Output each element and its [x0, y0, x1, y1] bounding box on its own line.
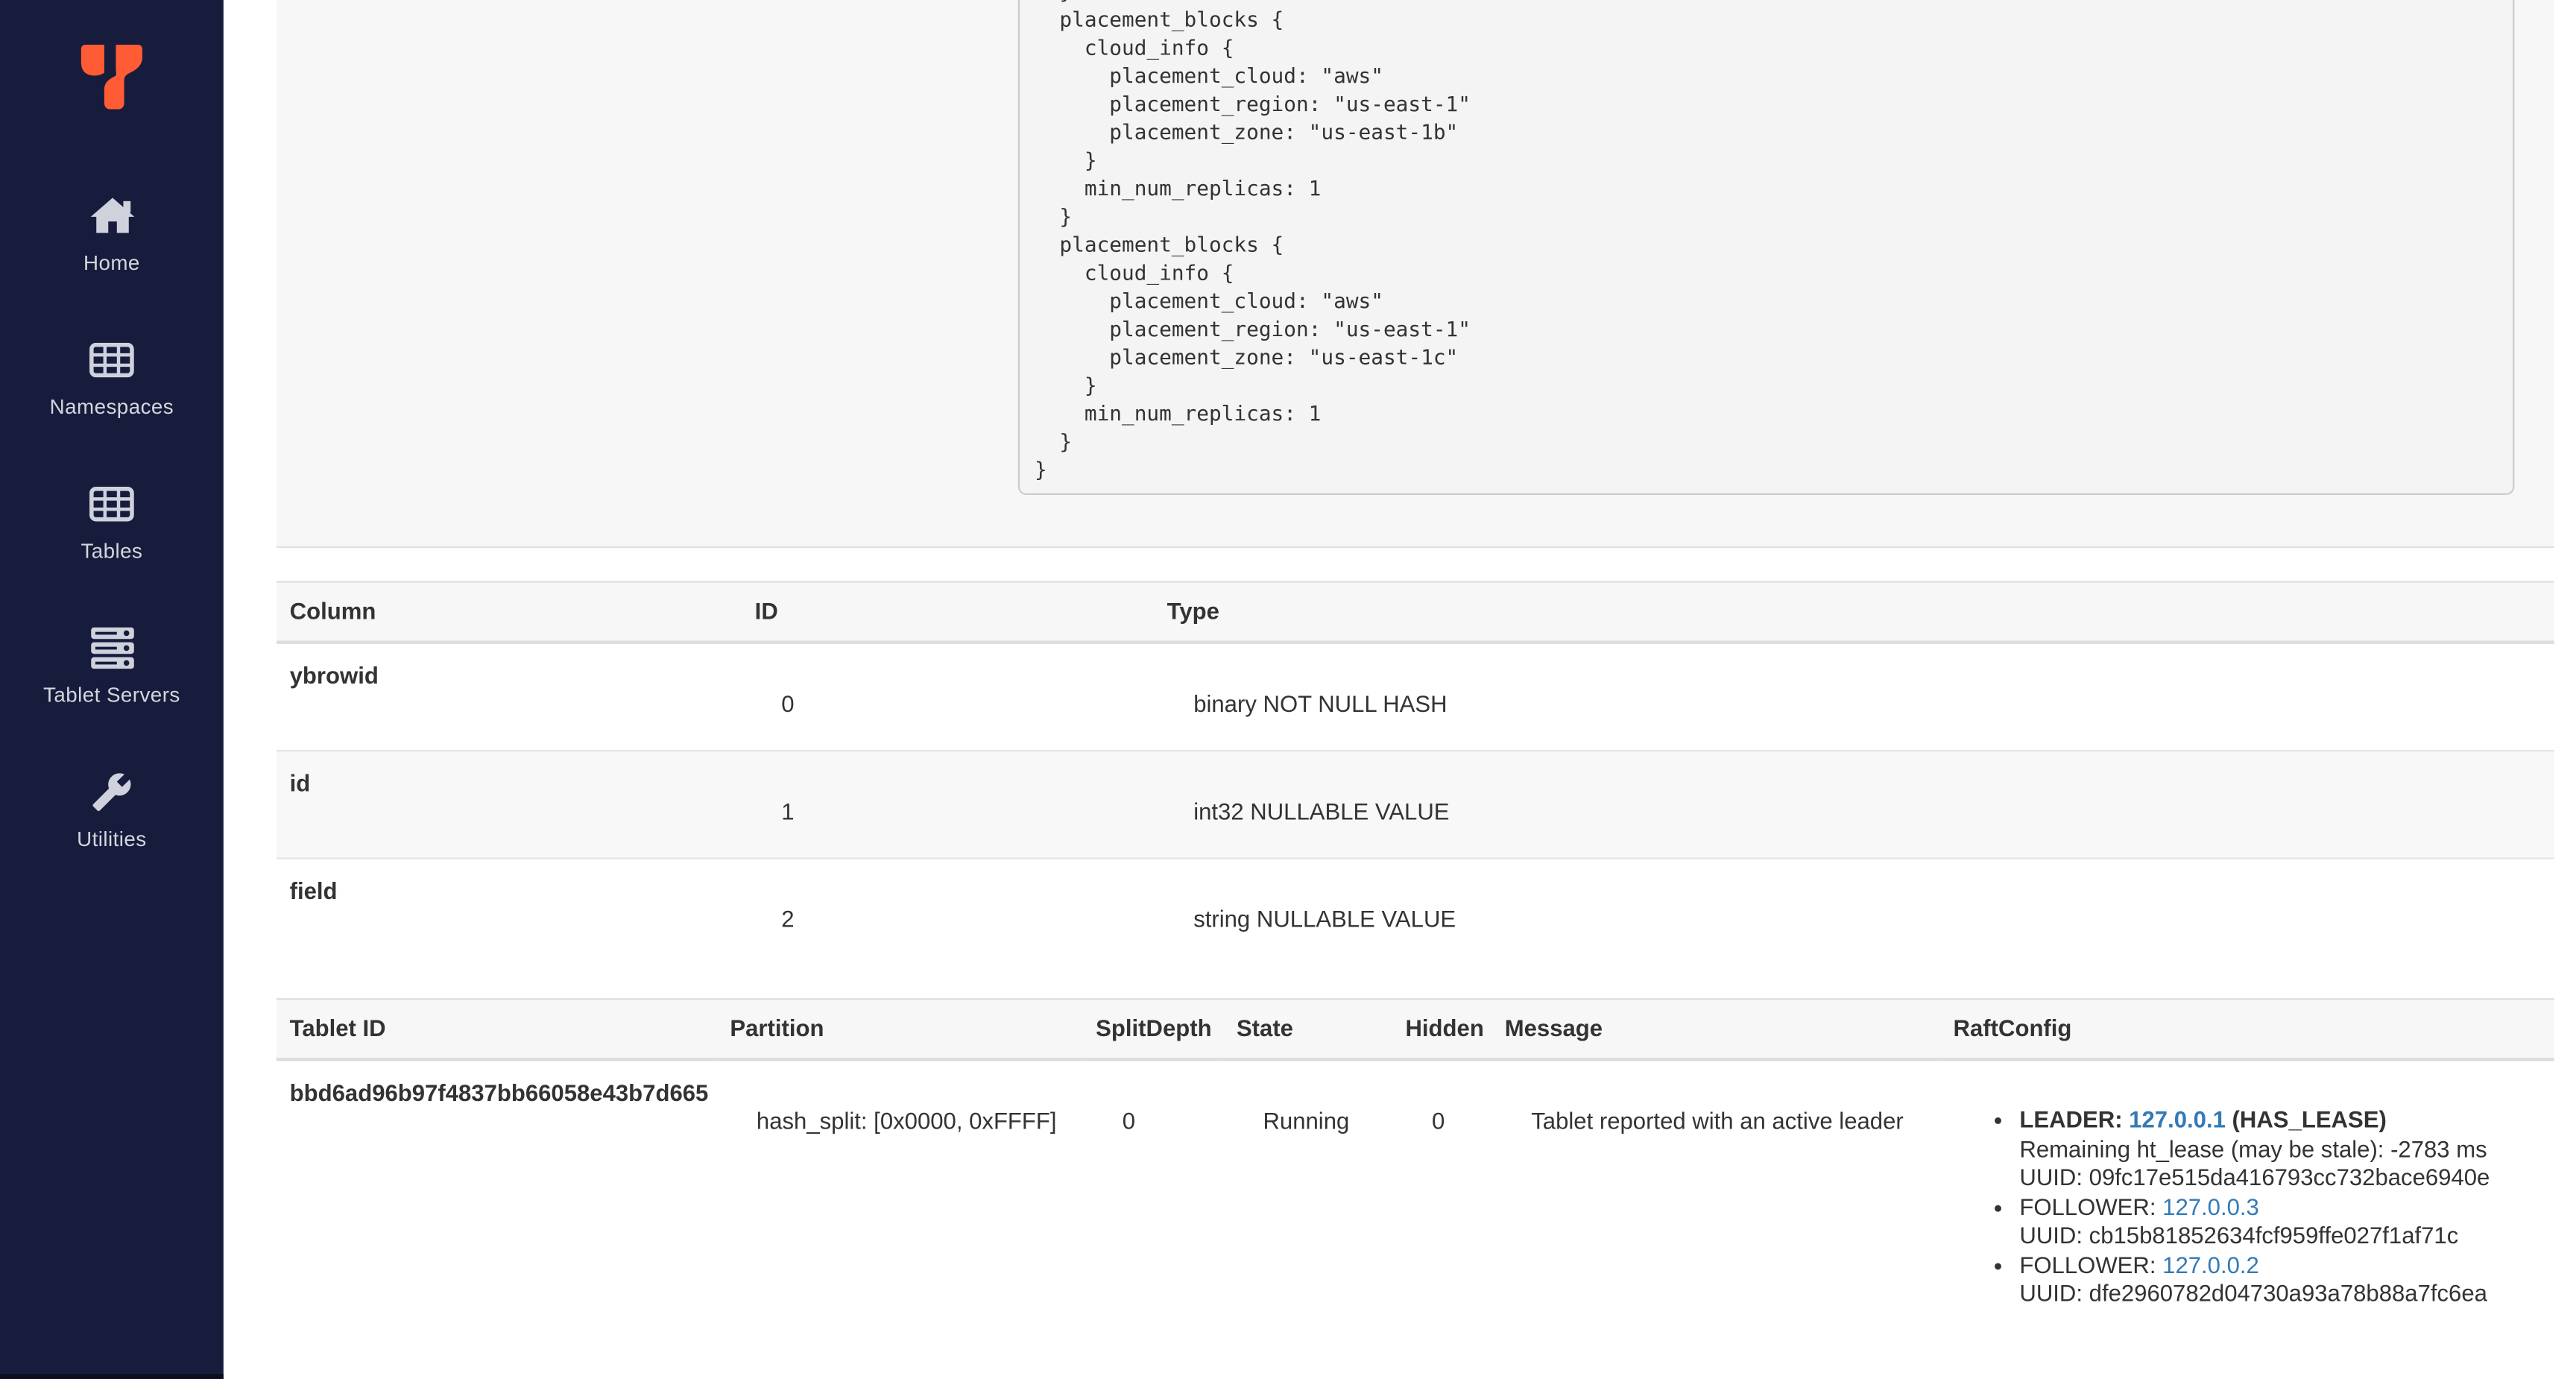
schema-header-id: ID	[741, 581, 1154, 644]
tablet-state: Running	[1263, 1107, 1350, 1135]
raft-role: LEADER:	[2019, 1105, 2123, 1133]
raft-uuid: UUID: cb15b81852634fcf959ffe027f1af71c	[2019, 1221, 2459, 1249]
tablets-header-hidden: Hidden	[1392, 998, 1491, 1061]
sidebar-item-tables[interactable]: Tables	[0, 450, 224, 594]
raft-address-link[interactable]: 127.0.0.1	[2129, 1105, 2226, 1132]
column-type: int32 NULLABLE VALUE	[1153, 748, 2554, 858]
app-viewport: Home Namespaces Tables Tablet Servers Ut…	[0, 0, 2576, 1379]
column-name: field	[276, 856, 742, 965]
raft-entry-follower: FOLLOWER: 127.0.0.2 UUID: dfe2960782d047…	[2019, 1251, 2541, 1309]
column-id: 2	[741, 856, 1154, 965]
namespaces-grid-icon	[89, 338, 134, 381]
tablet-message: Tablet reported with an active leader	[1531, 1107, 1904, 1135]
raft-role: FOLLOWER:	[2019, 1250, 2156, 1278]
sidebar-nav: Home Namespaces Tables Tablet Servers Ut…	[0, 162, 224, 883]
yugabyte-logo	[80, 44, 142, 110]
tablet-raft-config: LEADER: 127.0.0.1 (HAS_LEASE) Remaining …	[1940, 1059, 2554, 1308]
tablet-splitdepth: 0	[1122, 1107, 1136, 1135]
tablets-header-row: Tablet ID Partition SplitDepth State Hid…	[276, 998, 2554, 1061]
raft-uuid: UUID: 09fc17e515da416793cc732bace6940e	[2019, 1164, 2490, 1190]
table-info-panel: } placement_blocks { cloud_info { placem…	[276, 0, 2554, 549]
tablets-header-partition: Partition	[716, 998, 1083, 1061]
column-id: 1	[741, 748, 1154, 858]
main-content: } placement_blocks { cloud_info { placem…	[224, 0, 2576, 1309]
sidebar-item-home[interactable]: Home	[0, 162, 224, 306]
column-name: id	[276, 748, 742, 858]
raft-lease-remaining: Remaining ht_lease (may be stale): -2783…	[2019, 1135, 2487, 1161]
raft-lease-flag: (HAS_LEASE)	[2232, 1105, 2387, 1133]
servers-stack-icon	[90, 625, 133, 669]
tablets-header-raftconfig: RaftConfig	[1939, 998, 2554, 1061]
schema-row: field 2 string NULLABLE VALUE	[276, 856, 2554, 965]
tablet-hidden: 0	[1431, 1107, 1445, 1135]
wrench-icon	[91, 770, 133, 813]
sidebar: Home Namespaces Tables Tablet Servers Ut…	[0, 0, 224, 1379]
raft-uuid: UUID: dfe2960782d04730a93a78b88a7fc6ea	[2019, 1279, 2487, 1307]
schema-row: id 1 int32 NULLABLE VALUE	[276, 748, 2554, 858]
column-type: binary NOT NULL HASH	[1193, 690, 1448, 717]
tables-grid-icon	[89, 482, 134, 525]
sidebar-item-namespaces[interactable]: Namespaces	[0, 306, 224, 450]
sidebar-item-label: Home	[83, 251, 140, 275]
tablets-header-splitdepth: SplitDepth	[1082, 998, 1224, 1061]
sidebar-item-label: Tablet Servers	[43, 684, 180, 707]
tablets-header-tablet-id: Tablet ID	[276, 998, 717, 1061]
schema-header-row: Column ID Type	[276, 581, 2554, 644]
sidebar-item-utilities[interactable]: Utilities	[0, 738, 224, 882]
column-name: ybrowid	[289, 662, 379, 689]
tablet-id: bbd6ad96b97f4837bb66058e43b7d665	[289, 1079, 709, 1106]
tablet-row: bbd6ad96b97f4837bb66058e43b7d665 hash_sp…	[277, 1059, 2554, 1308]
tablet-partition: hash_split: [0x0000, 0xFFFF]	[756, 1107, 1057, 1135]
schema-header-type: Type	[1153, 581, 2554, 644]
tablets-header-state: State	[1223, 998, 1392, 1061]
sidebar-item-label: Utilities	[77, 827, 147, 851]
raft-entry-follower: FOLLOWER: 127.0.0.3 UUID: cb15b81852634f…	[2019, 1193, 2541, 1251]
tablets-header-message: Message	[1491, 998, 1940, 1061]
column-id: 0	[781, 690, 795, 717]
sidebar-item-label: Tables	[80, 539, 143, 564]
schema-row: ybrowid 0 binary NOT NULL HASH	[277, 643, 2554, 750]
tablets-table: Tablet ID Partition SplitDepth State Hid…	[276, 998, 2554, 1308]
replication-info-code: } placement_blocks { cloud_info { placem…	[1017, 0, 2515, 496]
raft-address-link[interactable]: 127.0.0.3	[2162, 1193, 2259, 1219]
raft-role: FOLLOWER:	[2019, 1193, 2156, 1219]
raft-address-link[interactable]: 127.0.0.2	[2162, 1251, 2259, 1278]
column-type: string NULLABLE VALUE	[1153, 856, 2554, 965]
schema-header-column: Column	[276, 581, 742, 644]
raft-entry-leader: LEADER: 127.0.0.1 (HAS_LEASE) Remaining …	[2019, 1105, 2541, 1193]
schema-table: Column ID Type ybrowid 0 binary NOT NULL…	[276, 581, 2554, 965]
sidebar-item-tablet-servers[interactable]: Tablet Servers	[0, 594, 224, 738]
raft-config-list: LEADER: 127.0.0.1 (HAS_LEASE) Remaining …	[1954, 1105, 2541, 1308]
sidebar-bottom-edge	[0, 1374, 224, 1379]
home-icon	[89, 194, 135, 237]
sidebar-item-label: Namespaces	[49, 395, 174, 419]
